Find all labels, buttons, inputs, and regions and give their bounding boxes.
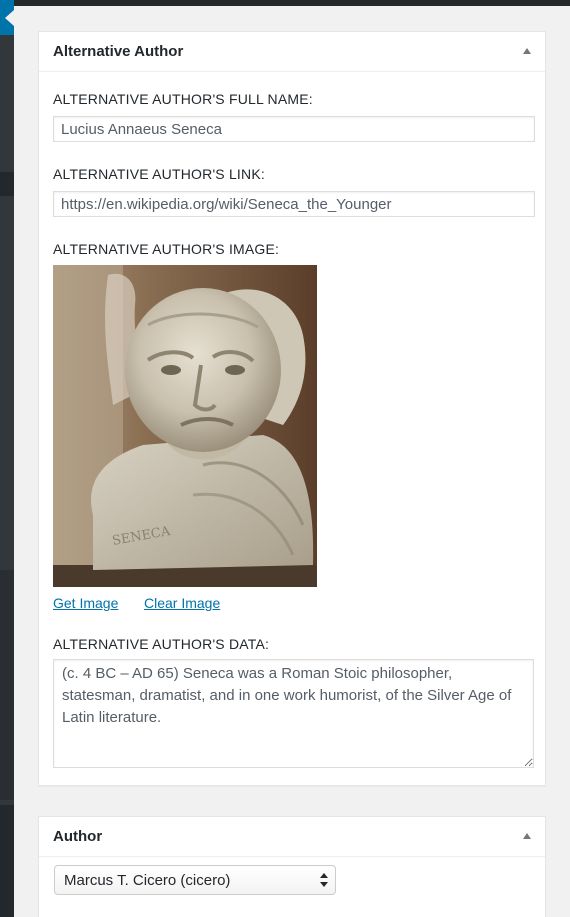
link-input[interactable] — [53, 191, 535, 217]
full-name-input[interactable] — [53, 116, 535, 142]
triangle-up-icon[interactable] — [523, 48, 531, 54]
link-label: ALTERNATIVE AUTHOR'S LINK: — [53, 166, 265, 182]
chevron-up-down-icon — [320, 873, 328, 887]
postbox-header: Alternative Author — [39, 32, 545, 72]
admin-sidebar — [0, 0, 14, 917]
postbox-title: Alternative Author — [53, 43, 184, 60]
admin-menu-section — [0, 805, 14, 917]
active-menu-arrow-icon — [5, 10, 14, 26]
postbox-header: Author — [39, 817, 545, 857]
author-bust-image: SENECA — [53, 265, 317, 587]
author-postbox: Author Marcus T. Cicero (cicero) — [38, 816, 546, 917]
image-label: ALTERNATIVE AUTHOR'S IMAGE: — [53, 241, 280, 257]
clear-image-link[interactable]: Clear Image — [144, 595, 220, 611]
admin-menu-section — [0, 570, 14, 800]
admin-menu-separator — [0, 172, 14, 196]
author-select[interactable]: Marcus T. Cicero (cicero) — [54, 865, 336, 895]
triangle-up-icon[interactable] — [523, 833, 531, 839]
author-select-value: Marcus T. Cicero (cicero) — [64, 872, 231, 889]
postbox-title: Author — [53, 828, 103, 845]
data-label: ALTERNATIVE AUTHOR'S DATA: — [53, 636, 270, 652]
admin-top-bar — [0, 0, 570, 6]
alternative-author-postbox: Alternative Author ALTERNATIVE AUTHOR'S … — [38, 31, 546, 786]
get-image-link[interactable]: Get Image — [53, 595, 118, 611]
author-data-textarea[interactable]: (c. 4 BC – AD 65) Seneca was a Roman Sto… — [53, 659, 534, 768]
full-name-label: ALTERNATIVE AUTHOR'S FULL NAME: — [53, 91, 313, 107]
